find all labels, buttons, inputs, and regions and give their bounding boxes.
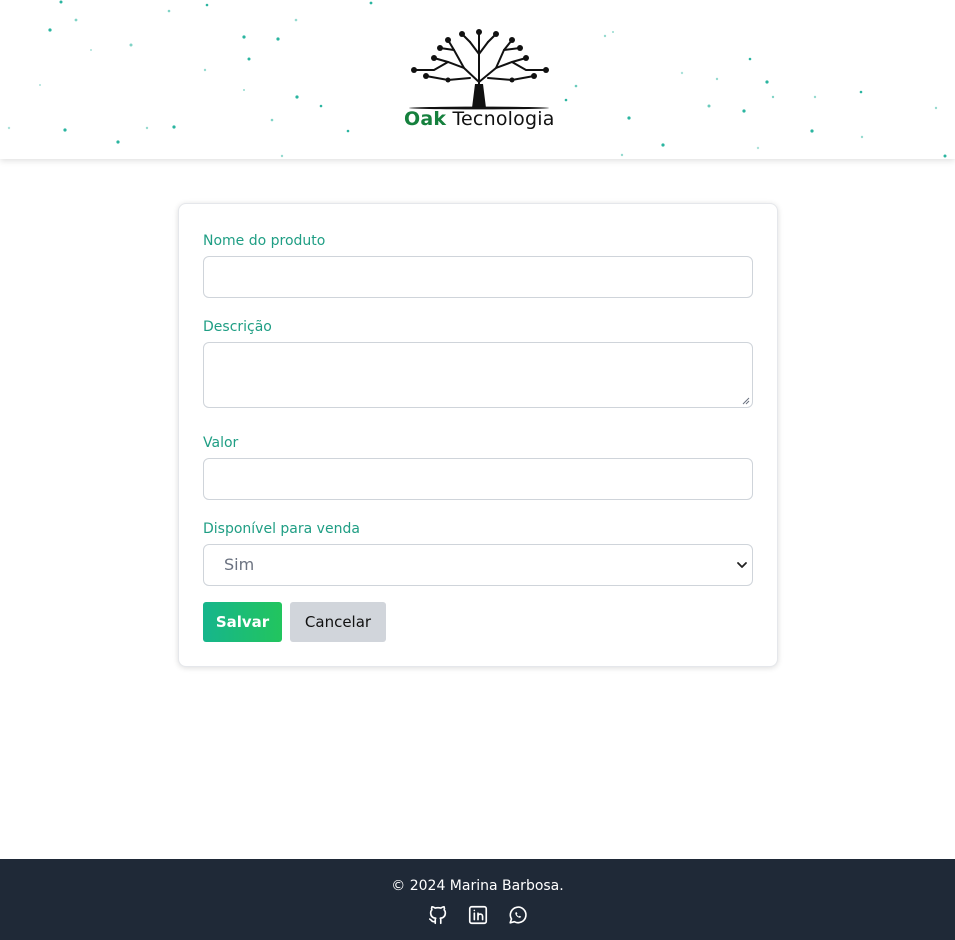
site-footer: © 2024 Marina Barbosa. [0,859,955,940]
site-header: Oak Tecnologia [0,0,955,159]
chevron-down-icon [737,562,747,568]
save-button[interactable]: Salvar [203,602,282,642]
available-for-sale-select[interactable]: Sim [203,544,753,586]
resize-handle-icon[interactable] [742,397,750,405]
brand-name-primary: Oak [404,108,447,130]
tree-circuit-icon [409,29,549,110]
copyright-text: © 2024 Marina Barbosa. [391,878,564,894]
select-selected-value: Sim [224,555,255,574]
cancel-button[interactable]: Cancelar [290,602,386,642]
price-input[interactable] [203,458,753,500]
brand-name-secondary: Tecnologia [452,108,555,130]
brand-wordmark: Oak Tecnologia [404,107,554,131]
product-name-label: Nome do produto [203,233,326,249]
github-icon[interactable] [427,904,449,926]
description-label: Descrição [203,319,272,335]
description-textarea[interactable] [203,342,753,408]
price-label: Valor [203,435,239,451]
product-form: Nome do produto Descrição Valor Disponív… [178,203,778,667]
linkedin-icon[interactable] [467,904,489,926]
brand-logo[interactable]: Oak Tecnologia [404,28,554,132]
whatsapp-icon[interactable] [507,904,529,926]
available-for-sale-label: Disponível para venda [203,521,360,537]
product-name-input[interactable] [203,256,753,298]
